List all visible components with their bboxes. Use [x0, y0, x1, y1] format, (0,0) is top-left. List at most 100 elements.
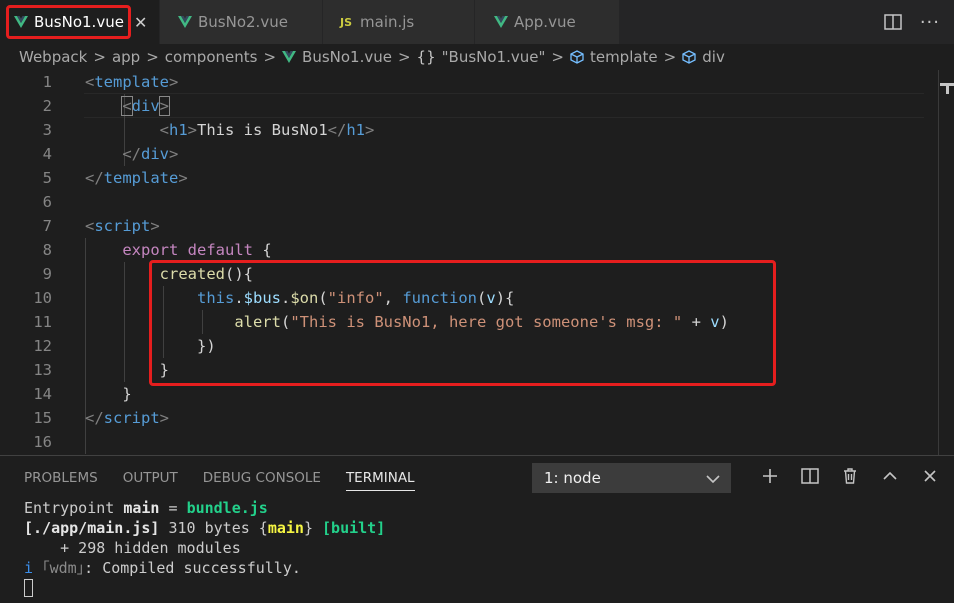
more-actions-icon[interactable]: ···: [920, 12, 940, 33]
line-number: 10: [33, 289, 52, 307]
chevron-right-icon: >: [93, 48, 106, 66]
terminal-output[interactable]: Entrypoint main = bundle.js [./app/main.j…: [24, 498, 385, 598]
code-text: </template>: [85, 169, 188, 187]
line-number: 13: [33, 361, 52, 379]
add-terminal-icon[interactable]: [750, 467, 790, 490]
terminal-line: Entrypoint main = bundle.js: [24, 499, 268, 517]
code-line: 8 export default {: [0, 238, 940, 262]
code-line: 7 <script>: [0, 214, 940, 238]
line-number: 15: [33, 409, 52, 427]
vue-icon: [282, 51, 297, 63]
code-text: }: [122, 385, 132, 403]
js-icon: JS: [340, 15, 353, 29]
line-number: 3: [42, 121, 52, 139]
code-editor[interactable]: 1 <template> 2 <div> 3 <h1>This is BusNo1…: [0, 70, 954, 455]
close-panel-icon[interactable]: [910, 468, 950, 489]
tab-actions: ···: [884, 0, 940, 44]
tab-label: App.vue: [514, 13, 576, 31]
tab-problems[interactable]: PROBLEMS: [24, 470, 98, 486]
breadcrumb-item[interactable]: div: [702, 48, 725, 66]
tab-main-js[interactable]: JS main.js: [323, 0, 475, 44]
code-text: </div>: [122, 145, 179, 163]
code-line: 1 <template>: [0, 70, 940, 94]
line-number: 1: [42, 73, 52, 91]
tab-busno2-vue[interactable]: BusNo2.vue: [160, 0, 323, 44]
code-text: }: [159, 361, 169, 379]
code-line: 14 }: [0, 382, 940, 406]
terminal-line: i ｢wdm｣: Compiled successfully.: [24, 559, 301, 577]
code-line: 12 }): [0, 334, 940, 358]
code-text: </script>: [85, 409, 170, 427]
tab-app-vue[interactable]: App.vue: [475, 0, 620, 44]
trash-icon[interactable]: [830, 467, 870, 490]
tab-label: BusNo1.vue: [34, 13, 124, 31]
line-number: 6: [42, 193, 52, 211]
chevron-down-icon: [706, 475, 720, 484]
chevron-right-icon: >: [397, 48, 411, 66]
braces-icon: {}: [416, 48, 436, 66]
code-text: alert("This is BusNo1, here got someone'…: [234, 313, 729, 331]
tab-debug-console[interactable]: DEBUG CONSOLE: [203, 470, 321, 486]
code-text: this.$bus.$on("info", function(v){: [196, 289, 515, 307]
code-line: 16: [0, 430, 940, 454]
maximize-panel-icon[interactable]: [870, 468, 910, 489]
line-number: 4: [42, 145, 52, 163]
code-line: 2 <div>: [0, 94, 940, 118]
breadcrumb-item[interactable]: template: [590, 48, 658, 66]
vue-icon: [178, 16, 192, 28]
chevron-right-icon: >: [551, 48, 564, 66]
code-line: 13 }: [0, 358, 940, 382]
code-line: 15 </script>: [0, 406, 940, 430]
tab-terminal[interactable]: TERMINAL: [345, 470, 415, 491]
code-line: 10 this.$bus.$on("info", function(v){: [0, 286, 940, 310]
line-number: 11: [33, 313, 52, 331]
panel-tabs: PROBLEMS OUTPUT DEBUG CONSOLE TERMINAL: [24, 456, 415, 500]
line-number: 16: [33, 433, 52, 451]
line-number: 14: [33, 385, 52, 403]
bottom-panel: PROBLEMS OUTPUT DEBUG CONSOLE TERMINAL 1…: [0, 455, 954, 603]
code-line: 4 </div>: [0, 142, 940, 166]
code-text: created(){: [159, 265, 253, 283]
close-icon[interactable]: ✕: [134, 13, 147, 32]
code-text: <script>: [85, 217, 160, 235]
cube-icon: [570, 50, 584, 64]
line-number: 8: [42, 241, 52, 259]
breadcrumb-item[interactable]: "BusNo1.vue": [442, 48, 546, 66]
code-line: 11 alert("This is BusNo1, here got someo…: [0, 310, 940, 334]
tab-label: BusNo2.vue: [198, 13, 288, 31]
line-number: 7: [42, 217, 52, 235]
code-line: 6: [0, 190, 940, 214]
breadcrumb-item[interactable]: app: [112, 48, 140, 66]
terminal-select[interactable]: 1: node: [532, 463, 731, 493]
chevron-right-icon: >: [146, 48, 159, 66]
editor-tab-bar: BusNo1.vue ✕ BusNo2.vue JS main.js App.v…: [0, 0, 954, 44]
split-terminal-icon[interactable]: [790, 467, 830, 489]
terminal-select-value: 1: node: [544, 469, 601, 487]
tab-busno1-vue[interactable]: BusNo1.vue ✕: [0, 0, 160, 44]
code-text: <h1>This is BusNo1</h1>: [159, 121, 375, 139]
code-text: <template>: [85, 73, 179, 91]
line-number: 2: [42, 97, 52, 115]
vue-icon: [494, 16, 508, 28]
terminal-line: [./app/main.js] 310 bytes {main} [built]: [24, 519, 386, 537]
breadcrumb-item[interactable]: Webpack: [19, 48, 87, 66]
editor-scrollbar[interactable]: [938, 70, 939, 455]
breadcrumb-item[interactable]: components: [165, 48, 258, 66]
cube-icon: [682, 50, 696, 64]
code-text: <div>: [121, 96, 171, 116]
vue-icon: [14, 16, 28, 28]
tab-output[interactable]: OUTPUT: [123, 470, 178, 486]
terminal-line: + 298 hidden modules: [24, 539, 241, 557]
terminal-line: [24, 578, 385, 598]
minimap-marker: [946, 86, 949, 94]
line-number: 12: [33, 337, 52, 355]
line-number: 9: [42, 265, 52, 283]
terminal-cursor: [24, 579, 33, 597]
code-line: 9 created(){: [0, 262, 940, 286]
panel-actions: [750, 463, 950, 493]
chevron-right-icon: >: [663, 48, 677, 66]
code-line: 3 <h1>This is BusNo1</h1>: [0, 118, 940, 142]
line-number: 5: [42, 169, 52, 187]
breadcrumb-item[interactable]: BusNo1.vue: [302, 48, 392, 66]
split-editor-icon[interactable]: [884, 14, 902, 30]
